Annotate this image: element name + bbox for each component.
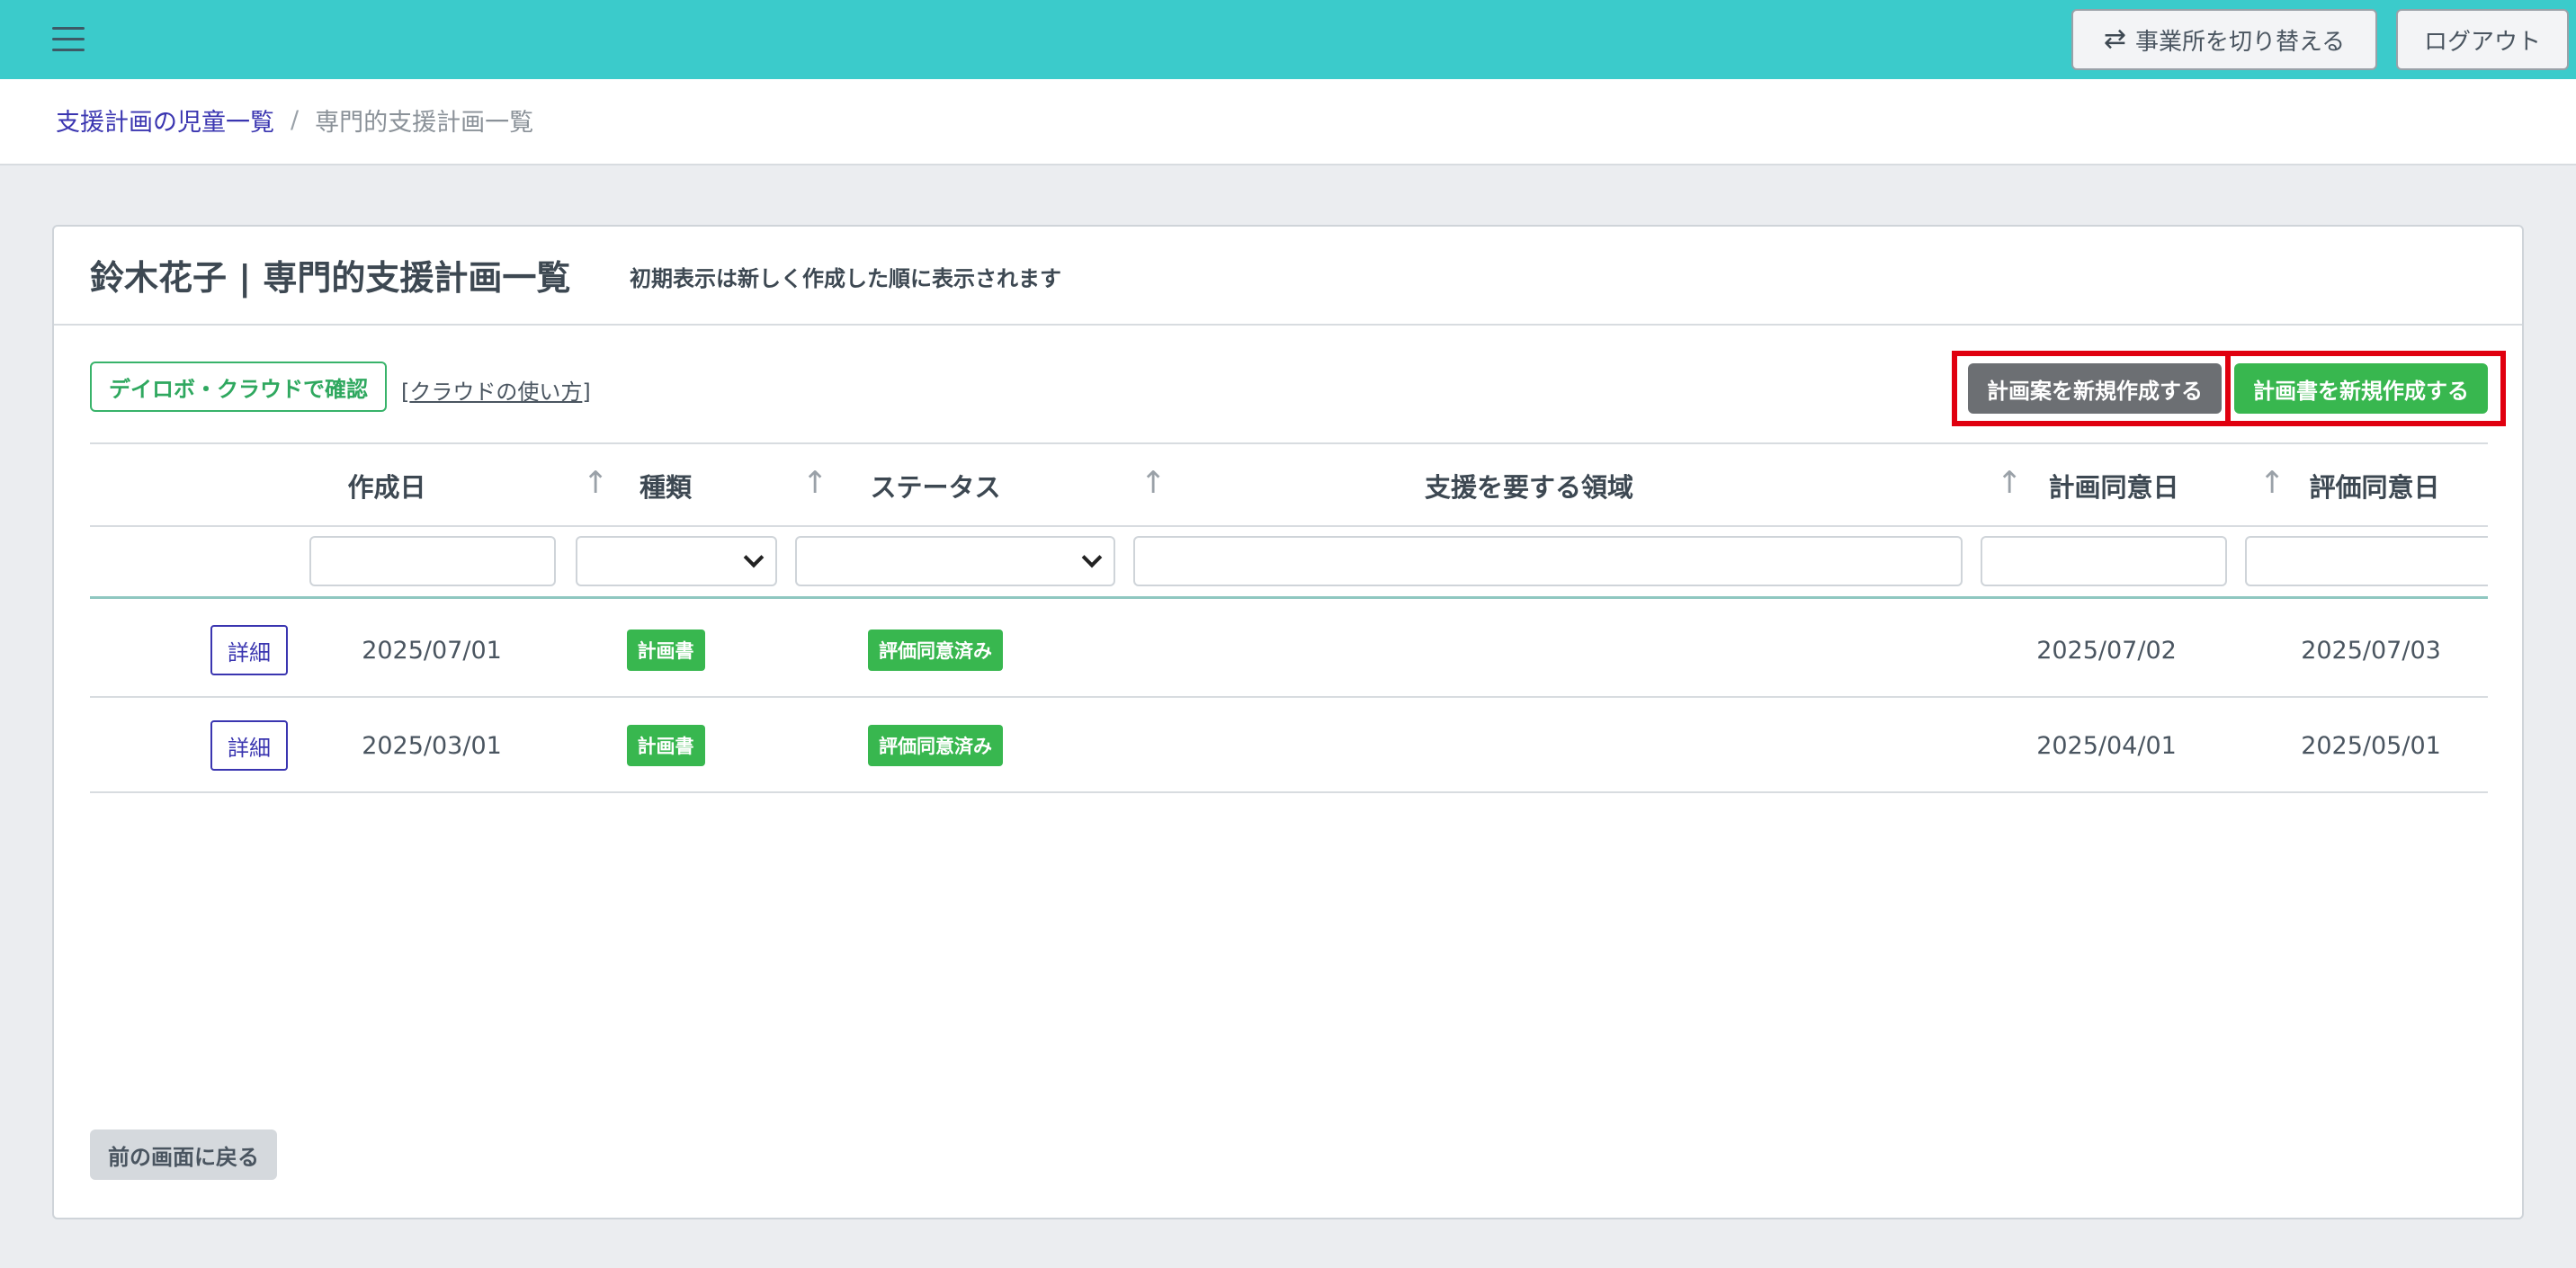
status-badge: 評価同意済み xyxy=(868,725,1003,766)
create-draft-plan-button[interactable]: 計画案を新規作成する xyxy=(1968,363,2222,414)
column-header-status-label: ステータス xyxy=(870,472,1001,503)
breadcrumb: 支援計画の児童一覧 / 専門的支援計画一覧 xyxy=(56,103,533,138)
cell-status: 評価同意済み xyxy=(836,603,1034,698)
top-navbar: ⇄ 事業所を切り替える ログアウト xyxy=(0,0,2576,79)
column-header-eval-agreement[interactable]: 評価同意日 xyxy=(2285,444,2464,527)
breadcrumb-separator: / xyxy=(291,106,300,134)
type-badge: 計画書 xyxy=(626,725,705,766)
filter-eval-agreement-input[interactable] xyxy=(2245,536,2488,586)
filter-type-select[interactable] xyxy=(576,536,777,586)
sort-arrow-icon[interactable]: ↑ xyxy=(2259,468,2285,498)
column-header-plan-agreement[interactable]: 計画同意日 xyxy=(2024,444,2204,527)
detail-button[interactable]: 詳細 xyxy=(210,625,288,675)
cell-support-domain xyxy=(1133,698,1963,793)
card-header: 鈴木花子 | 専門的支援計画一覧 初期表示は新しく作成した順に表示されます xyxy=(54,227,2522,326)
chevron-down-icon xyxy=(1081,547,1103,568)
cloud-help-open-bracket: [ xyxy=(401,380,410,405)
switch-office-button[interactable]: ⇄ 事業所を切り替える xyxy=(2071,9,2377,70)
back-button[interactable]: 前の画面に戻る xyxy=(90,1130,277,1180)
cell-type: 計画書 xyxy=(594,603,738,698)
column-header-type-label: 種類 xyxy=(639,472,692,503)
sort-note: 初期表示は新しく作成した順に表示されます xyxy=(630,266,1061,291)
cell-type: 計画書 xyxy=(594,698,738,793)
detail-button[interactable]: 詳細 xyxy=(210,720,288,771)
plan-list-card: 鈴木花子 | 専門的支援計画一覧 初期表示は新しく作成した順に表示されます デイ… xyxy=(52,225,2524,1219)
cell-plan-agreement: 2025/07/02 xyxy=(2036,636,2177,665)
breadcrumb-link-children-list[interactable]: 支援計画の児童一覧 xyxy=(56,103,274,138)
cell-plan-agreement: 2025/04/01 xyxy=(2036,731,2177,760)
breadcrumb-current: 専門的支援計画一覧 xyxy=(315,109,534,137)
logout-button[interactable]: ログアウト xyxy=(2396,9,2569,70)
status-badge: 評価同意済み xyxy=(868,630,1003,671)
table-row: 詳細 2025/07/01 計画書 評価同意済み 2025/07/02 2025… xyxy=(90,603,2488,698)
table-header-row: 作成日 ↑ 種類 ↑ ステータス ↑ 支援を要する領域 ↑ 計画同意日 ↑ 評価… xyxy=(90,442,2488,527)
cell-created: 2025/07/01 xyxy=(362,636,502,665)
create-plan-document-button[interactable]: 計画書を新規作成する xyxy=(2234,363,2488,414)
cloud-help-close-bracket: ] xyxy=(582,380,591,405)
page-title: 鈴木花子 | 専門的支援計画一覧 xyxy=(90,258,571,298)
sort-arrow-icon[interactable]: ↑ xyxy=(1997,468,2023,498)
cell-eval-agreement: 2025/05/01 xyxy=(2301,731,2441,760)
table-row: 詳細 2025/03/01 計画書 評価同意済み 2025/04/01 2025… xyxy=(90,698,2488,793)
sort-arrow-icon[interactable]: ↑ xyxy=(1140,468,1167,498)
column-header-status[interactable]: ステータス xyxy=(836,444,1034,527)
sort-arrow-icon[interactable]: ↑ xyxy=(802,468,828,498)
column-header-support-domain[interactable]: 支援を要する領域 xyxy=(1340,444,1718,527)
swap-arrows-icon: ⇄ xyxy=(2103,23,2126,55)
chevron-down-icon xyxy=(743,547,765,568)
filter-created-input[interactable] xyxy=(309,536,556,586)
cell-status: 評価同意済み xyxy=(836,698,1034,793)
table-filter-row xyxy=(90,527,2488,599)
column-header-plan-agreement-label: 計画同意日 xyxy=(2048,472,2179,503)
hamburger-menu-icon[interactable] xyxy=(52,25,90,54)
type-badge: 計画書 xyxy=(626,630,705,671)
cloud-help: [クラウドの使い方] xyxy=(401,374,591,406)
cloud-confirm-button[interactable]: デイロボ・クラウドで確認 xyxy=(90,362,387,412)
filter-status-select[interactable] xyxy=(795,536,1115,586)
column-header-created-label: 作成日 xyxy=(347,472,426,503)
highlight-annotation-divider xyxy=(2225,351,2231,426)
cell-support-domain xyxy=(1133,603,1963,698)
breadcrumb-bar: 支援計画の児童一覧 / 専門的支援計画一覧 xyxy=(0,79,2576,165)
filter-support-domain-input[interactable] xyxy=(1133,536,1963,586)
column-header-support-domain-label: 支援を要する領域 xyxy=(1424,472,1633,503)
cloud-help-link[interactable]: クラウドの使い方 xyxy=(409,380,582,405)
switch-office-label: 事業所を切り替える xyxy=(2134,28,2346,56)
column-header-eval-agreement-label: 評価同意日 xyxy=(2309,472,2440,503)
cell-created: 2025/03/01 xyxy=(362,731,502,760)
column-header-type[interactable]: 種類 xyxy=(594,444,738,527)
cell-eval-agreement: 2025/07/03 xyxy=(2301,636,2441,665)
column-header-created[interactable]: 作成日 xyxy=(306,444,468,527)
filter-plan-agreement-input[interactable] xyxy=(1981,536,2227,586)
plan-table: 作成日 ↑ 種類 ↑ ステータス ↑ 支援を要する領域 ↑ 計画同意日 ↑ 評価… xyxy=(90,442,2488,802)
